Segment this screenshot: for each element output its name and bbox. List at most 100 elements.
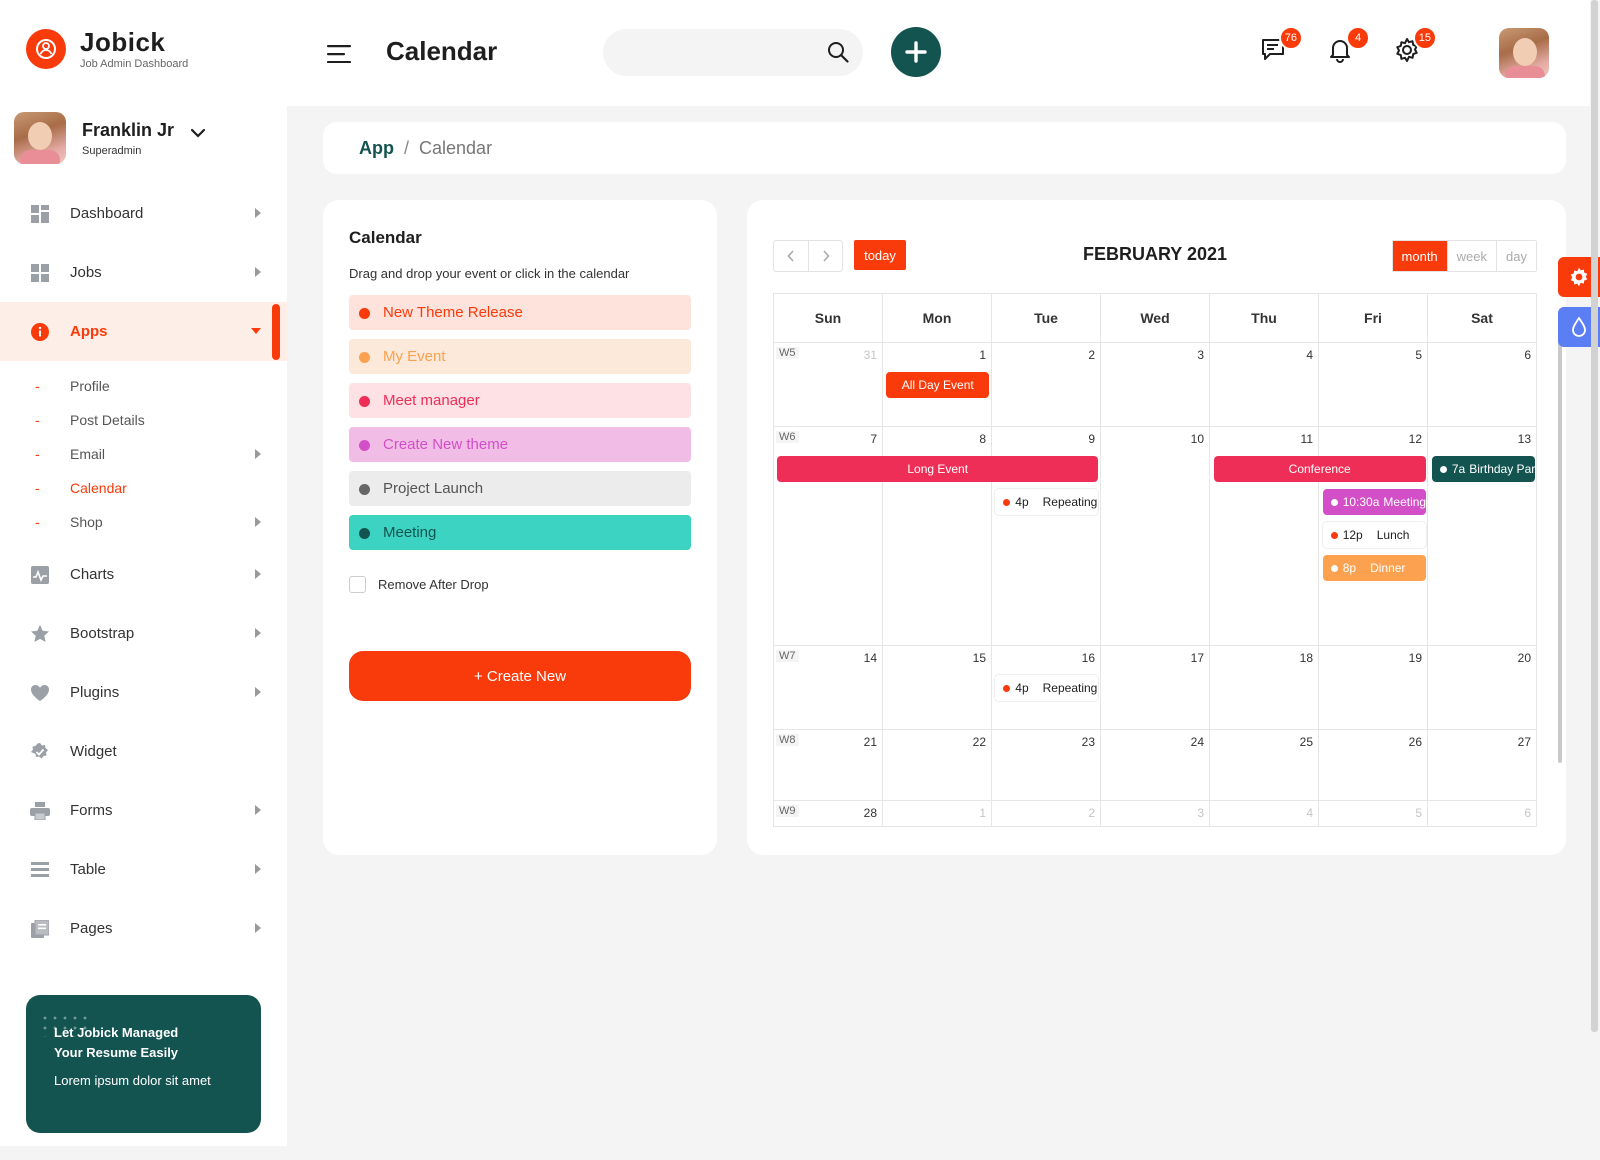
submenu-item-post-details[interactable]: Post Details: [0, 403, 287, 437]
day-number[interactable]: 26: [1409, 735, 1422, 749]
window-scrollbar[interactable]: [1591, 0, 1598, 1032]
sidebar-item-pages[interactable]: Pages: [0, 899, 287, 958]
sidebar-item-forms[interactable]: Forms: [0, 781, 287, 840]
day-cell[interactable]: 5: [1319, 801, 1428, 827]
day-number[interactable]: 28: [864, 806, 877, 820]
day-cell[interactable]: 17: [1101, 646, 1210, 730]
view-week-button[interactable]: week: [1446, 241, 1496, 271]
day-number[interactable]: 2: [1088, 806, 1095, 820]
day-number[interactable]: 4: [1306, 806, 1313, 820]
event-birthday[interactable]: 7aBirthday Party: [1431, 456, 1535, 482]
day-number[interactable]: 24: [1191, 735, 1204, 749]
day-cell[interactable]: 3: [1101, 343, 1210, 427]
day-number[interactable]: 21: [864, 735, 877, 749]
day-cell[interactable]: 4: [1210, 801, 1319, 827]
event-repeating[interactable]: 4p Repeating: [995, 675, 1099, 701]
day-cell[interactable]: 1: [883, 801, 992, 827]
sidebar-item-bootstrap[interactable]: Bootstrap: [0, 604, 287, 663]
sidebar-item-table[interactable]: Table: [0, 840, 287, 899]
day-number[interactable]: 20: [1518, 651, 1531, 665]
breadcrumb-root[interactable]: App: [359, 138, 394, 159]
day-number[interactable]: 22: [973, 735, 986, 749]
day-cell[interactable]: 10: [1101, 427, 1210, 646]
event-dinner[interactable]: 8p Dinner: [1322, 555, 1426, 581]
calendar-scrollbar[interactable]: [1558, 312, 1562, 763]
search-input[interactable]: [603, 29, 803, 76]
menu-toggle-icon[interactable]: [327, 45, 353, 68]
day-cell[interactable]: 6: [1428, 801, 1537, 827]
day-number[interactable]: 4: [1306, 348, 1313, 362]
event-long[interactable]: Long Event: [777, 456, 1099, 482]
day-number[interactable]: 2: [1088, 348, 1095, 362]
event-meeting[interactable]: 10:30a Meeting: [1322, 489, 1426, 515]
day-number[interactable]: 7: [870, 432, 877, 446]
day-cell[interactable]: 20: [1428, 646, 1537, 730]
next-month-button[interactable]: [808, 241, 842, 271]
day-number[interactable]: 3: [1197, 348, 1204, 362]
day-number[interactable]: 25: [1300, 735, 1313, 749]
day-cell[interactable]: 5: [1319, 343, 1428, 427]
day-cell[interactable]: 27: [1428, 730, 1537, 801]
day-number[interactable]: 6: [1524, 806, 1531, 820]
header-avatar[interactable]: [1499, 28, 1549, 78]
submenu-item-profile[interactable]: Profile: [0, 369, 287, 403]
day-cell[interactable]: 22: [883, 730, 992, 801]
day-number[interactable]: 11: [1301, 432, 1313, 446]
chevron-down-icon[interactable]: [190, 125, 206, 143]
notifications-button[interactable]: 4: [1324, 26, 1370, 66]
create-new-button[interactable]: + Create New: [349, 651, 691, 701]
today-button[interactable]: today: [854, 240, 906, 270]
prev-month-button[interactable]: [774, 241, 808, 271]
day-number[interactable]: 13: [1518, 432, 1531, 446]
view-month-button[interactable]: month: [1392, 241, 1447, 271]
event-all-day[interactable]: All Day Event: [886, 372, 990, 398]
logo[interactable]: Jobick Job Admin Dashboard: [26, 28, 188, 70]
external-event-item[interactable]: Meet manager: [349, 383, 691, 418]
external-event-item[interactable]: My Event: [349, 339, 691, 374]
sidebar-item-plugins[interactable]: Plugins: [0, 663, 287, 722]
submenu-item-calendar[interactable]: Calendar: [0, 471, 287, 505]
day-number[interactable]: 6: [1524, 348, 1531, 362]
submenu-item-shop[interactable]: Shop: [0, 505, 287, 539]
sidebar-item-charts[interactable]: Charts: [0, 545, 287, 604]
external-event-item[interactable]: New Theme Release: [349, 295, 691, 330]
day-cell[interactable]: 24: [1101, 730, 1210, 801]
day-cell[interactable]: 15: [883, 646, 992, 730]
day-number[interactable]: 9: [1088, 432, 1095, 446]
view-day-button[interactable]: day: [1496, 241, 1536, 271]
sidebar-item-apps[interactable]: Apps: [0, 302, 287, 361]
day-number[interactable]: 18: [1300, 651, 1313, 665]
sidebar-item-widget[interactable]: Widget: [0, 722, 287, 781]
event-conference[interactable]: Conference: [1213, 456, 1426, 482]
day-number[interactable]: 31: [864, 348, 877, 362]
settings-button[interactable]: 15: [1391, 26, 1437, 66]
day-cell[interactable]: 26: [1319, 730, 1428, 801]
external-event-item[interactable]: Meeting: [349, 515, 691, 550]
day-cell[interactable]: 25: [1210, 730, 1319, 801]
day-number[interactable]: 23: [1082, 735, 1095, 749]
remove-after-drop-row[interactable]: Remove After Drop: [349, 576, 691, 593]
messages-button[interactable]: 76: [1257, 26, 1303, 66]
day-number[interactable]: 5: [1415, 806, 1422, 820]
day-cell[interactable]: 18: [1210, 646, 1319, 730]
day-number[interactable]: 19: [1409, 651, 1422, 665]
day-number[interactable]: 1: [979, 806, 986, 820]
day-cell[interactable]: 23: [992, 730, 1101, 801]
day-cell[interactable]: 2: [992, 343, 1101, 427]
event-repeating[interactable]: 4p Repeating: [995, 489, 1099, 515]
user-profile[interactable]: Franklin Jr Superadmin: [14, 112, 206, 164]
day-number[interactable]: 8: [979, 432, 986, 446]
day-number[interactable]: 17: [1191, 651, 1204, 665]
sidebar-item-dashboard[interactable]: Dashboard: [0, 184, 287, 243]
day-cell[interactable]: 2: [992, 801, 1101, 827]
day-cell[interactable]: 19: [1319, 646, 1428, 730]
day-number[interactable]: 14: [864, 651, 877, 665]
day-cell[interactable]: 3: [1101, 801, 1210, 827]
day-cell[interactable]: 6: [1428, 343, 1537, 427]
day-number[interactable]: 16: [1082, 651, 1095, 665]
day-number[interactable]: 27: [1518, 735, 1531, 749]
remove-after-drop-checkbox[interactable]: [349, 576, 366, 593]
submenu-item-email[interactable]: Email: [0, 437, 287, 471]
external-event-item[interactable]: Project Launch: [349, 471, 691, 506]
search-icon[interactable]: [827, 41, 849, 68]
